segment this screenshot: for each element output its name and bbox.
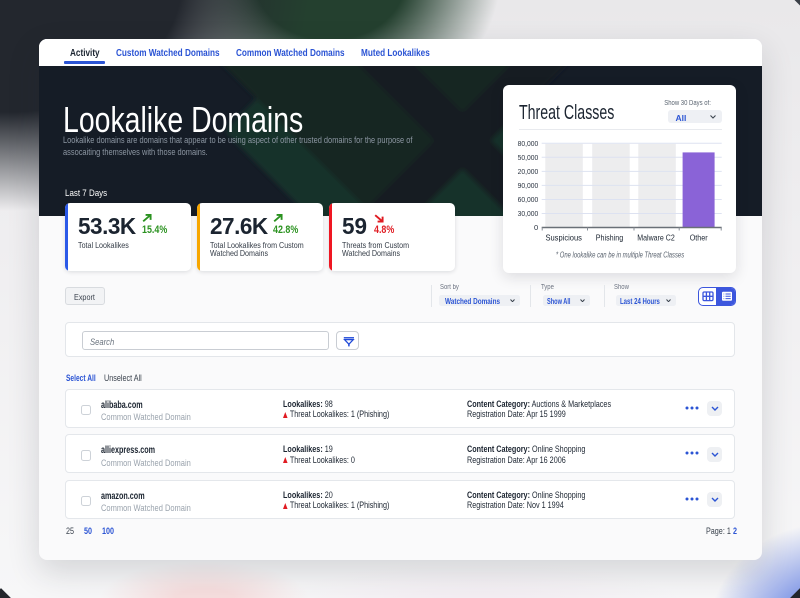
svg-text:* One lookalike can be in mult: * One lookalike can be in multiple Threa… <box>556 251 684 260</box>
svg-text:80,000: 80,000 <box>518 139 539 148</box>
svg-text:50,000: 50,000 <box>518 153 539 162</box>
svg-text:20,000: 20,000 <box>518 167 539 176</box>
svg-text:Suspicious: Suspicious <box>546 233 583 243</box>
svg-text:Malware C2: Malware C2 <box>638 233 676 243</box>
svg-text:0: 0 <box>534 223 538 232</box>
svg-text:60,000: 60,000 <box>518 195 539 204</box>
svg-text:Phishing: Phishing <box>596 233 624 243</box>
svg-text:90,000: 90,000 <box>518 181 539 190</box>
svg-text:Other: Other <box>690 233 708 243</box>
svg-text:30,000: 30,000 <box>518 209 539 218</box>
